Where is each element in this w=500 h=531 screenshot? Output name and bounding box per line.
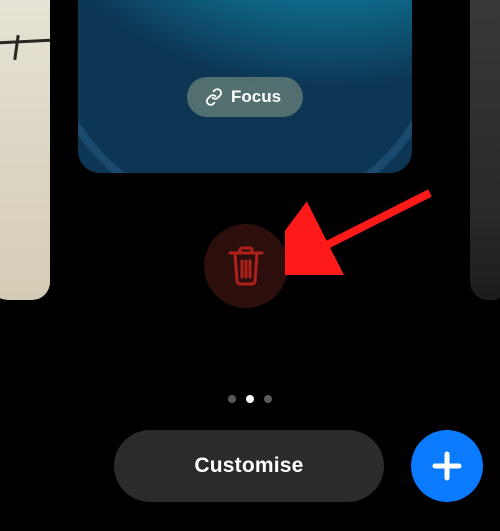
wallpaper-card-current[interactable]: Focus — [78, 0, 412, 173]
delete-wallpaper-button[interactable] — [204, 224, 288, 308]
trash-icon — [227, 245, 265, 287]
customise-button[interactable]: Customise — [114, 430, 384, 502]
page-dot-active — [246, 395, 254, 403]
wallpaper-card-next[interactable] — [470, 0, 500, 300]
focus-label: Focus — [231, 87, 281, 107]
plus-icon — [429, 448, 465, 484]
customise-label: Customise — [194, 454, 303, 478]
link-icon — [205, 88, 223, 106]
focus-link-button[interactable]: Focus — [187, 77, 303, 117]
wallpaper-card-previous[interactable] — [0, 0, 50, 300]
page-dot — [264, 395, 272, 403]
page-dot — [228, 395, 236, 403]
annotation-arrow — [285, 185, 445, 280]
add-wallpaper-button[interactable] — [411, 430, 483, 502]
page-indicator — [0, 395, 500, 403]
